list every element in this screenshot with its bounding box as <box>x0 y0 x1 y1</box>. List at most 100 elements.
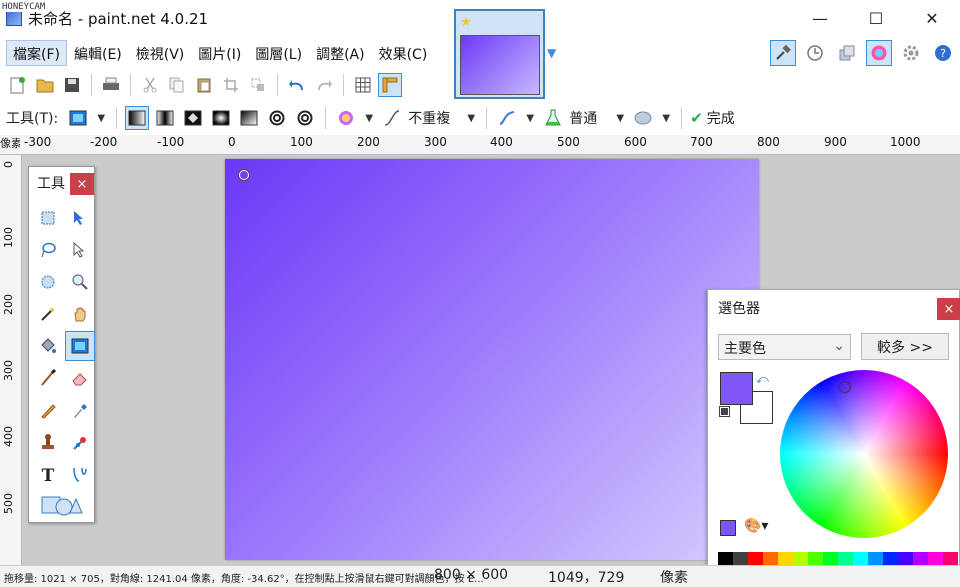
linear-reflected-gradient-icon[interactable] <box>153 106 177 130</box>
blend-mode-flask-icon[interactable] <box>541 106 565 130</box>
palette-swatch[interactable] <box>733 552 748 566</box>
spiral-clockwise-gradient-icon[interactable] <box>265 106 289 130</box>
paste-icon[interactable] <box>192 73 216 97</box>
menu-effects[interactable]: 效果(C) <box>372 40 435 66</box>
menu-image[interactable]: 圖片(I) <box>191 40 248 66</box>
finish-button[interactable]: 完成 <box>707 108 735 128</box>
palette-swatch[interactable] <box>943 552 958 566</box>
magic-wand-icon[interactable] <box>33 299 63 329</box>
minimize-button[interactable]: — <box>800 6 840 30</box>
ruler-icon[interactable] <box>378 73 402 97</box>
deselect-icon[interactable] <box>246 73 270 97</box>
palette-swatch[interactable] <box>718 552 733 566</box>
palette-swatch[interactable] <box>793 552 808 566</box>
color-target-select[interactable]: 主要色 ⌄ <box>718 334 851 360</box>
palette-swatch[interactable] <box>823 552 838 566</box>
unit-select[interactable]: 像素 <box>660 567 688 587</box>
gradient-control-handle[interactable] <box>239 170 249 180</box>
image-canvas[interactable] <box>225 159 759 560</box>
color-wheel[interactable] <box>780 370 948 538</box>
palette-swatch[interactable] <box>853 552 868 566</box>
menu-file[interactable]: 檔案(F) <box>6 40 67 66</box>
swap-colors-icon[interactable]: ⤺ <box>756 372 769 387</box>
grid-icon[interactable] <box>351 73 375 97</box>
history-window-toggle-icon[interactable] <box>802 40 828 66</box>
palette-swatch[interactable] <box>883 552 898 566</box>
palette-swatch[interactable] <box>778 552 793 566</box>
chevron-down-icon[interactable]: ▼ <box>362 113 376 124</box>
alpha-mode-icon[interactable] <box>631 106 655 130</box>
color-picker-icon[interactable] <box>65 395 95 425</box>
save-icon[interactable] <box>60 73 84 97</box>
chevron-down-icon[interactable]: ▼ <box>94 113 108 124</box>
primary-color-swatch[interactable] <box>720 372 753 405</box>
palette-swatch[interactable] <box>763 552 778 566</box>
recolor-icon[interactable] <box>65 427 95 457</box>
palette-swatch[interactable] <box>808 552 823 566</box>
menu-edit[interactable]: 編輯(E) <box>67 40 129 66</box>
palette-swatch[interactable] <box>838 552 853 566</box>
move-selection-icon[interactable] <box>65 235 95 265</box>
menu-layers[interactable]: 圖層(L) <box>248 40 309 66</box>
menu-adjustments[interactable]: 調整(A) <box>309 40 372 66</box>
colors-close-button[interactable]: × <box>937 298 960 320</box>
clone-stamp-icon[interactable] <box>33 427 63 457</box>
ellipse-select-icon[interactable] <box>33 267 63 297</box>
spiral-counterclockwise-gradient-icon[interactable] <box>293 106 317 130</box>
conical-gradient-icon[interactable] <box>237 106 261 130</box>
colors-window-toggle-icon[interactable] <box>866 40 892 66</box>
repeat-mode-icon[interactable] <box>380 106 404 130</box>
more-button[interactable]: 較多 >> <box>861 333 949 360</box>
blend-mode-label[interactable]: 普通 <box>569 108 597 128</box>
chevron-down-icon[interactable]: ▼ <box>547 46 556 60</box>
gear-icon[interactable] <box>898 40 924 66</box>
menu-view[interactable]: 檢視(V) <box>129 40 192 66</box>
undo-icon[interactable] <box>285 73 309 97</box>
repeat-mode-label[interactable]: 不重複 <box>408 108 450 128</box>
open-folder-icon[interactable] <box>33 73 57 97</box>
chevron-down-icon[interactable]: ▼ <box>523 113 537 124</box>
pan-hand-icon[interactable] <box>65 299 95 329</box>
print-icon[interactable] <box>99 73 123 97</box>
diamond-gradient-icon[interactable] <box>181 106 205 130</box>
help-icon[interactable]: ? <box>930 40 956 66</box>
text-icon[interactable]: T <box>33 459 63 489</box>
color-wheel-marker[interactable] <box>839 381 851 393</box>
zoom-icon[interactable] <box>65 267 95 297</box>
gradient-icon[interactable] <box>65 331 95 361</box>
tools-window-toggle-icon[interactable] <box>770 40 796 66</box>
gradient-tool-icon[interactable] <box>66 106 90 130</box>
radial-gradient-icon[interactable] <box>209 106 233 130</box>
reset-colors-icon[interactable] <box>720 407 729 416</box>
antialiasing-icon[interactable] <box>495 106 519 130</box>
new-file-icon[interactable] <box>6 73 30 97</box>
palette-swatch[interactable] <box>868 552 883 566</box>
pencil-icon[interactable] <box>33 395 63 425</box>
chevron-down-icon[interactable]: ▼ <box>464 113 478 124</box>
linear-gradient-icon[interactable] <box>125 106 150 130</box>
paintbrush-icon[interactable] <box>33 363 63 393</box>
layers-window-toggle-icon[interactable] <box>834 40 860 66</box>
palette-swatch[interactable] <box>913 552 928 566</box>
crop-icon[interactable] <box>219 73 243 97</box>
maximize-button[interactable]: ☐ <box>856 6 896 30</box>
move-selected-pixels-icon[interactable] <box>65 203 95 233</box>
image-thumbnail-tab[interactable]: ★ <box>454 9 545 99</box>
tools-close-button[interactable]: × <box>70 173 94 195</box>
add-color-icon[interactable] <box>720 520 736 536</box>
shapes-icon[interactable] <box>38 489 86 519</box>
paint-bucket-icon[interactable] <box>33 331 63 361</box>
lasso-select-icon[interactable] <box>33 235 63 265</box>
palette-swatch[interactable] <box>898 552 913 566</box>
cut-icon[interactable] <box>138 73 162 97</box>
palette-swatch[interactable] <box>748 552 763 566</box>
rectangle-select-icon[interactable] <box>33 203 63 233</box>
color-mode-icon[interactable] <box>334 106 358 130</box>
eraser-icon[interactable] <box>65 363 95 393</box>
palette-menu-icon[interactable]: 🎨▾ <box>744 518 768 534</box>
line-curve-icon[interactable] <box>65 459 95 489</box>
redo-icon[interactable] <box>312 73 336 97</box>
copy-icon[interactable] <box>165 73 189 97</box>
palette-swatch[interactable] <box>928 552 943 566</box>
chevron-down-icon[interactable]: ▼ <box>613 113 627 124</box>
